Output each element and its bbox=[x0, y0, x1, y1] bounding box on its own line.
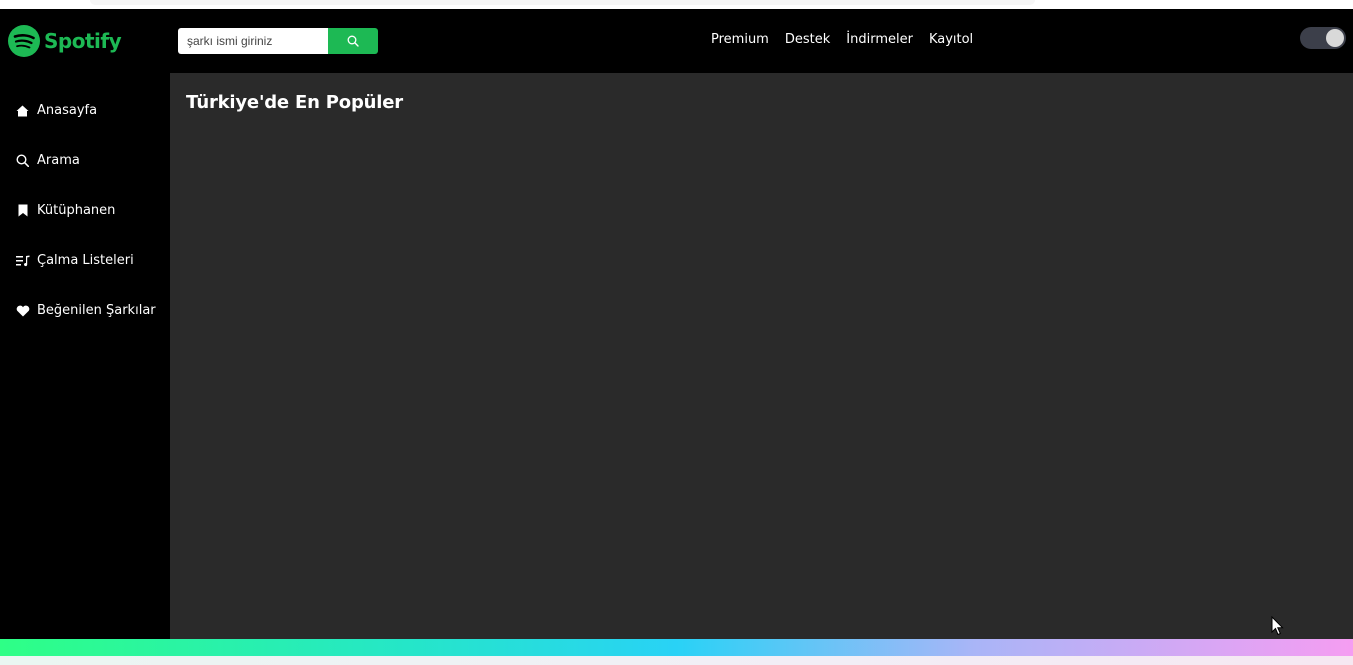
heart-icon bbox=[15, 303, 30, 318]
search-bar bbox=[178, 28, 378, 54]
nav-destek[interactable]: Destek bbox=[785, 31, 830, 49]
nav-premium[interactable]: Premium bbox=[711, 31, 769, 49]
sidebar-item-label: Kütüphanen bbox=[37, 203, 116, 218]
search-input[interactable] bbox=[178, 28, 328, 54]
home-icon bbox=[15, 103, 30, 118]
sidebar: Anasayfa Arama Kütüphanen Çalma Listeler… bbox=[0, 73, 170, 639]
search-icon bbox=[347, 35, 359, 47]
sidebar-item-label: Anasayfa bbox=[37, 103, 98, 118]
search-icon bbox=[15, 153, 30, 168]
nav-indirmeler[interactable]: İndirmeler bbox=[846, 31, 913, 49]
top-nav: Premium Destek İndirmeler Kayıtol bbox=[711, 31, 973, 49]
top-header: Spotify Premium Destek İndirmeler Kayıto… bbox=[0, 9, 1353, 73]
sidebar-item-begenilen-sarkilar[interactable]: Beğenilen Şarkılar bbox=[15, 303, 156, 318]
main-content: Türkiye'de En Popüler bbox=[170, 73, 1353, 639]
sidebar-item-label: Beğenilen Şarkılar bbox=[37, 303, 156, 318]
theme-toggle[interactable] bbox=[1300, 27, 1346, 49]
playlist-icon bbox=[15, 253, 30, 268]
spotify-logo-icon bbox=[8, 25, 40, 57]
app-window: Spotify Premium Destek İndirmeler Kayıto… bbox=[0, 9, 1353, 639]
bottom-strip bbox=[0, 656, 1353, 665]
search-button[interactable] bbox=[328, 28, 378, 54]
sidebar-item-anasayfa[interactable]: Anasayfa bbox=[15, 103, 97, 118]
spotify-logo[interactable]: Spotify bbox=[8, 25, 122, 57]
sidebar-item-calma-listeleri[interactable]: Çalma Listeleri bbox=[15, 253, 134, 268]
sidebar-item-label: Çalma Listeleri bbox=[37, 253, 134, 268]
nav-kayitol[interactable]: Kayıtol bbox=[929, 31, 973, 49]
logo-text: Spotify bbox=[44, 29, 122, 53]
sidebar-item-arama[interactable]: Arama bbox=[15, 153, 80, 168]
browser-top-strip bbox=[0, 0, 1353, 9]
mouse-cursor-icon bbox=[1271, 616, 1284, 636]
browser-tab-strip bbox=[90, 0, 1035, 5]
gradient-footer-bar bbox=[0, 639, 1353, 656]
bookmark-icon bbox=[15, 203, 30, 218]
sidebar-item-kutuphanen[interactable]: Kütüphanen bbox=[15, 203, 115, 218]
sidebar-item-label: Arama bbox=[37, 153, 80, 168]
toggle-knob bbox=[1326, 29, 1344, 47]
page-title: Türkiye'de En Popüler bbox=[186, 92, 403, 113]
